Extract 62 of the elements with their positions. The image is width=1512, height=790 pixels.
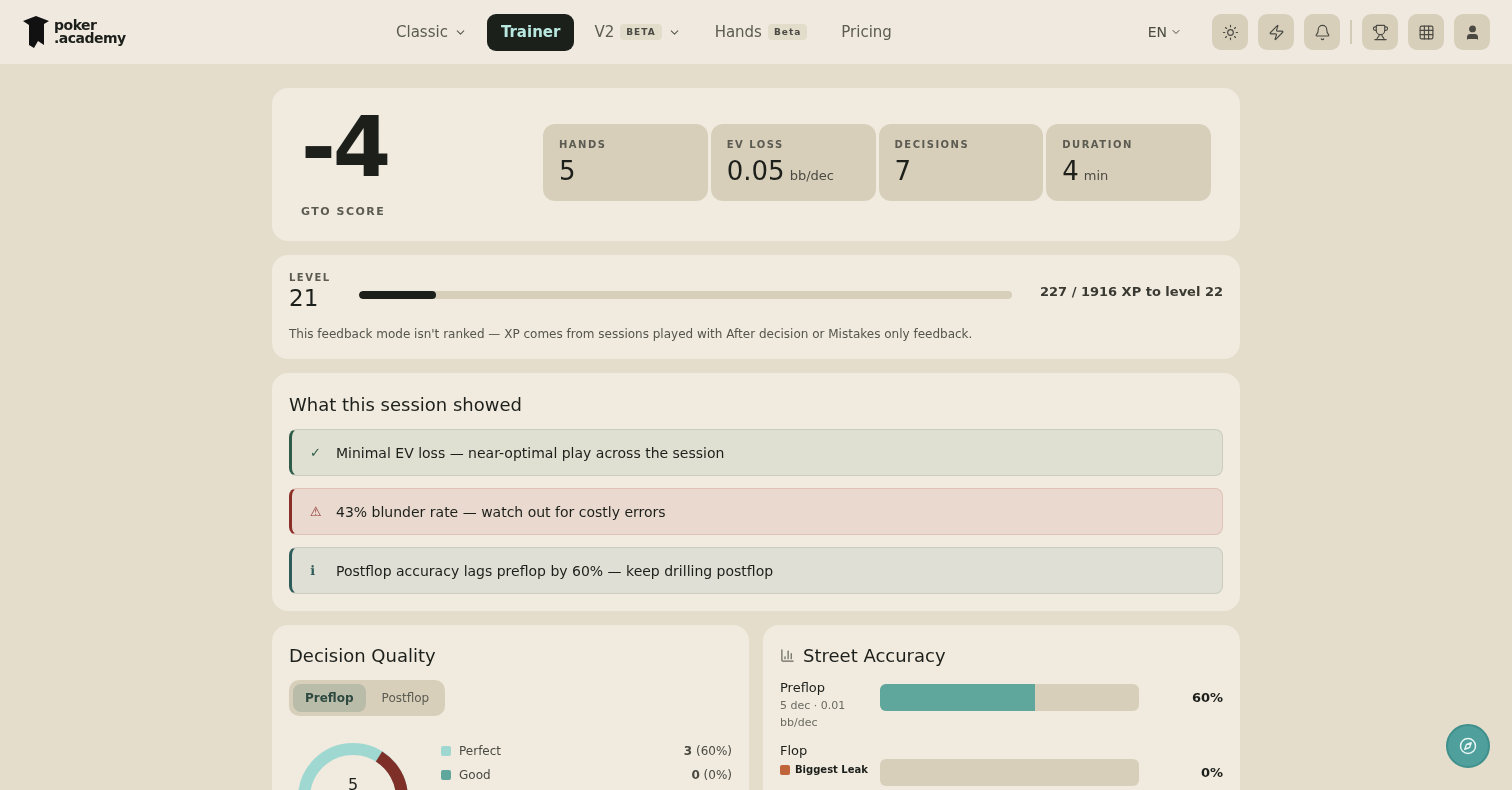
level-value: 21: [289, 285, 320, 311]
beta-badge: BETA: [620, 24, 662, 40]
nav-link[interactable]: Hands Beta: [700, 13, 822, 51]
stat-unit: bb/dec: [789, 168, 834, 183]
lightning-button[interactable]: [1258, 14, 1294, 50]
ranking-note: This feedback mode isn't ranked — XP comes from sessions played with After decision or Mistakes only feedback.: [289, 327, 974, 341]
gto-score-label: GTO SCORE: [301, 205, 387, 218]
street-tab[interactable]: Postflop: [369, 684, 442, 712]
legend-label: Perfect: [459, 744, 502, 758]
stat-label: EV LOSS: [726, 139, 785, 150]
accuracy-percent: 60%: [1190, 690, 1223, 705]
section-title: What this session showed: [289, 394, 523, 415]
street-name: Flop: [780, 743, 809, 758]
insight-text: 43% blunder rate — watch out for costly errors: [336, 503, 666, 520]
accuracy-percent: 0%: [1199, 765, 1223, 780]
donut-total: 5: [347, 775, 359, 790]
apps-grid-icon: [1417, 23, 1435, 41]
nav-link[interactable]: Pricing: [827, 13, 906, 51]
stat-label: DECISIONS: [894, 139, 971, 150]
beta-badge: Beta: [767, 24, 808, 40]
stat-value: 0.05: [726, 156, 785, 186]
insight-icon: ✓: [310, 445, 322, 460]
stat-unit: min: [1083, 168, 1109, 183]
theme-button[interactable]: [1212, 14, 1248, 50]
section-title: Street Accuracy: [803, 645, 946, 666]
street-tab[interactable]: Preflop: [293, 684, 366, 712]
nav-link[interactable]: Classic: [382, 13, 481, 51]
trophy-button[interactable]: [1362, 14, 1398, 50]
trophy-icon: [1371, 23, 1389, 41]
insight-text: Postflop accuracy lags preflop by 60% — keep drilling postflop: [336, 562, 774, 579]
section-title: Decision Quality: [289, 645, 437, 666]
language-selector[interactable]: EN: [1141, 23, 1188, 41]
legend-count: 3 (60%): [683, 744, 732, 758]
stat-value: 7: [894, 156, 912, 186]
insight-icon: ℹ: [310, 563, 322, 578]
logo-icon: [22, 15, 50, 49]
insight-text: Minimal EV loss — near-optimal play across the session: [336, 444, 725, 461]
level-label: LEVEL: [289, 272, 331, 283]
stat-value: 4: [1062, 156, 1079, 186]
legend-count: 0 (0%): [691, 768, 732, 782]
nav-link[interactable]: Trainer: [486, 13, 575, 51]
user-button[interactable]: [1454, 14, 1490, 50]
compass-button[interactable]: [1446, 724, 1490, 768]
logo-text[interactable]: poker .academy: [54, 19, 126, 45]
stat-label: HANDS: [559, 139, 608, 150]
xp-text: 227 / 1916 XP to level 22: [1039, 284, 1223, 299]
street-name: Preflop: [780, 680, 827, 695]
stat-label: DURATION: [1062, 139, 1134, 150]
nav-link[interactable]: V2 BETA: [580, 13, 695, 51]
compass-icon: [1459, 737, 1477, 755]
theme-icon: [1221, 23, 1239, 41]
bar-chart-icon: [780, 648, 795, 663]
stat-value: 5: [559, 156, 576, 186]
apps-grid-button[interactable]: [1408, 14, 1444, 50]
lightning-icon: [1267, 23, 1285, 41]
street-detail: 5 dec · 0.01 bb/dec: [780, 698, 847, 731]
insight-icon: ⚠: [310, 504, 322, 519]
legend-label: Good: [459, 768, 491, 782]
notifications-icon: [1313, 23, 1331, 41]
leak-label: Biggest Leak: [795, 764, 868, 775]
notifications-button[interactable]: [1304, 14, 1340, 50]
gto-score-value: -4: [301, 107, 390, 187]
